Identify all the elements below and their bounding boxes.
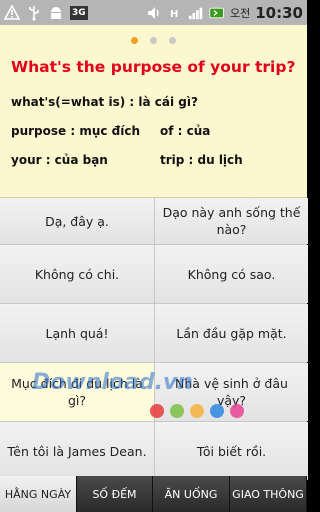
- phrase-cell[interactable]: Không có sao.: [155, 245, 308, 303]
- phrase-grid: Dạ, đây ạ. Dạo này anh sống thế nào? Khô…: [0, 198, 308, 480]
- phrase-cell[interactable]: Lạnh quá!: [0, 304, 154, 362]
- hsdpa-icon: H: [167, 5, 183, 21]
- svg-text:H: H: [170, 9, 178, 20]
- pager-dots: [0, 37, 307, 44]
- watermark-dot: [150, 404, 164, 418]
- vocab-item: purpose : mục đích: [11, 124, 141, 138]
- pager-dot: [131, 37, 138, 44]
- vocab-item: what's(=what is) : là cái gì?: [11, 95, 198, 109]
- vocab-item: your : của bạn: [11, 153, 108, 167]
- watermark-dots: [150, 404, 244, 418]
- watermark-dot: [190, 404, 204, 418]
- android-icon: [48, 5, 64, 21]
- phrase-cell[interactable]: Tôi biết rồi.: [155, 422, 308, 480]
- clock-time: 10:30: [255, 3, 303, 22]
- battery-icon: [209, 5, 225, 21]
- clock-ampm: 오전: [230, 6, 251, 20]
- phrase-cell-selected[interactable]: Mục đích đi du lịch là gì?: [0, 363, 154, 421]
- phrase-cell[interactable]: Dạ, đây ạ.: [0, 198, 154, 244]
- phrase-cell[interactable]: Lần đầu gặp mặt.: [155, 304, 308, 362]
- phrase-cell[interactable]: Không có chi.: [0, 245, 154, 303]
- pager-dot: [150, 37, 157, 44]
- phrase-detail-card[interactable]: What's the purpose of your trip? what's(…: [0, 25, 307, 198]
- category-tabs: HẰNG NGÀY SỐ ĐẾM ĂN UỐNG GIAO THÔNG: [0, 476, 307, 512]
- vocab-item: of : của: [160, 124, 211, 138]
- usb-icon: [26, 5, 42, 21]
- pager-dot: [169, 37, 176, 44]
- phrase-title: What's the purpose of your trip?: [11, 58, 296, 76]
- warning-icon: [4, 4, 20, 21]
- tab-daily[interactable]: HẰNG NGÀY: [0, 476, 77, 512]
- vocab-item: trip : du lịch: [160, 153, 243, 167]
- signal-icon: [188, 5, 204, 21]
- network-type-badge: 3G: [70, 5, 88, 20]
- tab-food[interactable]: ĂN UỐNG: [153, 476, 230, 512]
- phrase-cell[interactable]: Dạo này anh sống thế nào?: [155, 198, 308, 244]
- status-bar: 3G H 오전 10:30: [0, 0, 307, 25]
- watermark-dot: [210, 404, 224, 418]
- tab-transport[interactable]: GIAO THÔNG: [230, 476, 307, 512]
- tab-numbers[interactable]: SỐ ĐẾM: [77, 476, 153, 512]
- volume-icon: [146, 5, 162, 21]
- watermark-dot: [230, 404, 244, 418]
- phrase-cell[interactable]: Tên tôi là James Dean.: [0, 422, 154, 480]
- watermark-dot: [170, 404, 184, 418]
